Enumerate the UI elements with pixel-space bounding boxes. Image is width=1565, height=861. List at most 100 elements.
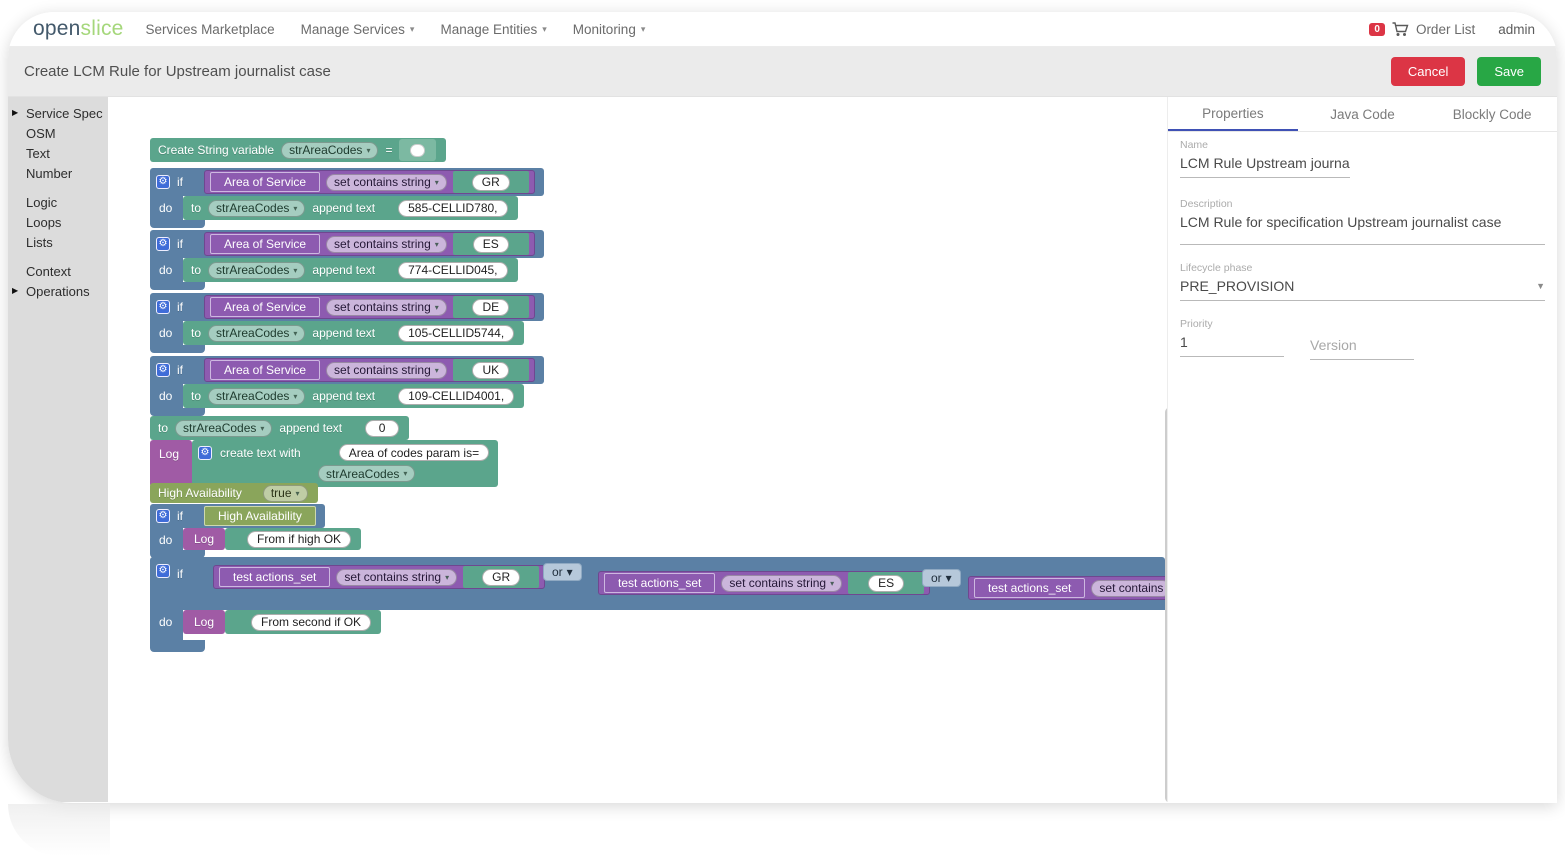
- variable-dropdown[interactable]: strAreaCodes▾: [208, 388, 305, 405]
- toolbox-item-logic[interactable]: Logic: [8, 192, 108, 212]
- text-input[interactable]: ES: [868, 575, 904, 592]
- blockly-canvas[interactable]: Create String variable strAreaCodes▾ = ⚙…: [108, 97, 1167, 802]
- nav-manage-services[interactable]: Manage Services▾: [301, 22, 415, 37]
- text-value-block[interactable]: GR: [453, 171, 529, 193]
- condition-block[interactable]: Area of Service set contains string▾ ES: [204, 232, 535, 256]
- area-of-service-block[interactable]: Area of Service: [210, 172, 320, 192]
- mutator-gear-icon[interactable]: ⚙: [156, 509, 170, 523]
- if-block-area-gr[interactable]: ⚙ if Area of Service set contains string…: [150, 168, 544, 228]
- text-value-block[interactable]: DE: [453, 296, 529, 318]
- log-text-block[interactable]: From second if OK: [225, 610, 381, 634]
- test-actions-set-block[interactable]: test actions_set: [974, 578, 1085, 598]
- log-create-text-block[interactable]: Log ⚙ create text with Area of codes par…: [150, 440, 498, 487]
- text-value-block[interactable]: UK: [453, 359, 529, 381]
- description-field[interactable]: LCM Rule for specification Upstream jour…: [1180, 214, 1545, 245]
- mutator-gear-icon[interactable]: ⚙: [156, 237, 170, 251]
- cart-icon[interactable]: [1392, 22, 1409, 37]
- toolbox-item-number[interactable]: Number: [8, 163, 108, 183]
- if-block-high-availability[interactable]: ⚙ if High Availability do Log From if hi…: [150, 504, 361, 558]
- canvas-vertical-scrollbar[interactable]: [1165, 407, 1167, 802]
- append-zero-block[interactable]: to strAreaCodes▾ append text 0: [150, 416, 409, 440]
- nav-manage-entities[interactable]: Manage Entities▾: [440, 22, 546, 37]
- cancel-button[interactable]: Cancel: [1391, 57, 1465, 86]
- append-text-block[interactable]: to strAreaCodes▾ append text 585-CELLID7…: [183, 196, 518, 220]
- mutator-gear-icon[interactable]: ⚙: [156, 175, 170, 189]
- text-value-block[interactable]: ES: [848, 572, 924, 594]
- high-availability-get-block[interactable]: High Availability: [204, 506, 316, 526]
- append-text-block[interactable]: to strAreaCodes▾ append text 774-CELLID0…: [183, 258, 518, 282]
- variable-dropdown[interactable]: strAreaCodes▾: [281, 142, 378, 159]
- append-text-block[interactable]: to strAreaCodes▾ append text 105-CELLID5…: [183, 321, 524, 345]
- text-value-block[interactable]: ES: [453, 233, 529, 255]
- priority-field[interactable]: 1: [1180, 334, 1284, 357]
- text-input[interactable]: GR: [472, 174, 510, 191]
- text-input[interactable]: 0: [365, 420, 399, 437]
- if-block-test-actions[interactable]: ⚙ if test actions_set set contains strin…: [150, 557, 1165, 652]
- tab-java-code[interactable]: Java Code: [1298, 97, 1428, 131]
- area-of-service-block[interactable]: Area of Service: [210, 360, 320, 380]
- condition-block[interactable]: test actions_set set contains string▾ GR: [213, 565, 545, 589]
- nav-user-admin[interactable]: admin: [1498, 22, 1535, 37]
- test-actions-set-block[interactable]: test actions_set: [219, 567, 330, 587]
- nav-monitoring[interactable]: Monitoring▾: [573, 22, 646, 37]
- text-input[interactable]: 109-CELLID4001,: [398, 388, 514, 405]
- operator-dropdown[interactable]: set contains: [1091, 580, 1165, 597]
- condition-block-clipped[interactable]: test actions_set set contains: [968, 576, 1165, 600]
- condition-block[interactable]: Area of Service set contains string▾ UK: [204, 358, 535, 382]
- empty-text-field[interactable]: [410, 144, 425, 157]
- log-block[interactable]: Log: [150, 440, 192, 487]
- text-value-block[interactable]: GR: [463, 566, 539, 588]
- brand-logo[interactable]: openslice: [33, 17, 124, 41]
- empty-text-shadow-block[interactable]: [399, 139, 436, 161]
- text-input[interactable]: GR: [482, 569, 520, 586]
- mutator-gear-icon[interactable]: ⚙: [156, 564, 170, 578]
- variable-block[interactable]: strAreaCodes▾: [318, 465, 415, 482]
- operator-dropdown[interactable]: set contains string▾: [336, 569, 457, 586]
- version-field[interactable]: Version: [1310, 337, 1414, 360]
- condition-block[interactable]: Area of Service set contains string▾ DE: [204, 295, 535, 319]
- toolbox-item-operations[interactable]: ▶Operations: [8, 281, 108, 301]
- text-input[interactable]: From if high OK: [247, 531, 351, 548]
- condition-block[interactable]: Area of Service set contains string▾ GR: [204, 170, 535, 194]
- variable-dropdown[interactable]: strAreaCodes▾: [208, 200, 305, 217]
- condition-block[interactable]: test actions_set set contains string▾ ES: [598, 571, 930, 595]
- mutator-gear-icon[interactable]: ⚙: [198, 446, 212, 460]
- boolean-dropdown[interactable]: true▾: [263, 485, 308, 502]
- variable-dropdown[interactable]: strAreaCodes▾: [208, 262, 305, 279]
- if-block-area-es[interactable]: ⚙ if Area of Service set contains string…: [150, 230, 544, 290]
- toolbox-item-context[interactable]: Context: [8, 261, 108, 281]
- text-input[interactable]: ES: [473, 236, 509, 253]
- variable-dropdown[interactable]: strAreaCodes▾: [208, 325, 305, 342]
- text-input[interactable]: UK: [472, 362, 509, 379]
- operator-dropdown[interactable]: set contains string▾: [326, 299, 447, 316]
- text-input[interactable]: 105-CELLID5744,: [398, 325, 514, 342]
- save-button[interactable]: Save: [1477, 57, 1541, 86]
- high-availability-set-block[interactable]: High Availability true▾: [150, 483, 318, 503]
- lifecycle-select[interactable]: PRE_PROVISION ▼: [1180, 278, 1545, 301]
- if-block-area-uk[interactable]: ⚙ if Area of Service set contains string…: [150, 356, 544, 416]
- tab-blockly-code[interactable]: Blockly Code: [1427, 97, 1557, 131]
- create-text-with-block[interactable]: ⚙ create text with Area of codes param i…: [192, 440, 498, 487]
- name-field[interactable]: LCM Rule Upstream journalist: [1180, 155, 1350, 178]
- nav-services-marketplace[interactable]: Services Marketplace: [146, 22, 275, 37]
- toolbox-item-lists[interactable]: Lists: [8, 232, 108, 252]
- log-block[interactable]: Log: [183, 610, 225, 634]
- nav-order-list[interactable]: Order List: [1416, 22, 1475, 37]
- variable-dropdown[interactable]: strAreaCodes▾: [175, 420, 272, 437]
- log-block[interactable]: Log: [183, 528, 225, 550]
- toolbox-item-service-spec[interactable]: ▶Service Spec: [8, 103, 108, 123]
- operator-dropdown[interactable]: set contains string▾: [721, 575, 842, 592]
- create-variable-block[interactable]: Create String variable strAreaCodes▾ =: [150, 138, 446, 162]
- or-operator-dropdown[interactable]: or▾: [543, 563, 582, 581]
- operator-dropdown[interactable]: set contains string▾: [326, 362, 447, 379]
- text-input[interactable]: Area of codes param is=: [339, 444, 489, 461]
- operator-dropdown[interactable]: set contains string▾: [326, 236, 447, 253]
- text-input[interactable]: DE: [472, 299, 509, 316]
- toolbox-item-osm[interactable]: OSM: [8, 123, 108, 143]
- toolbox-item-loops[interactable]: Loops: [8, 212, 108, 232]
- text-input[interactable]: 585-CELLID780,: [398, 200, 507, 217]
- area-of-service-block[interactable]: Area of Service: [210, 297, 320, 317]
- mutator-gear-icon[interactable]: ⚙: [156, 300, 170, 314]
- toolbox-item-text[interactable]: Text: [8, 143, 108, 163]
- test-actions-set-block[interactable]: test actions_set: [604, 573, 715, 593]
